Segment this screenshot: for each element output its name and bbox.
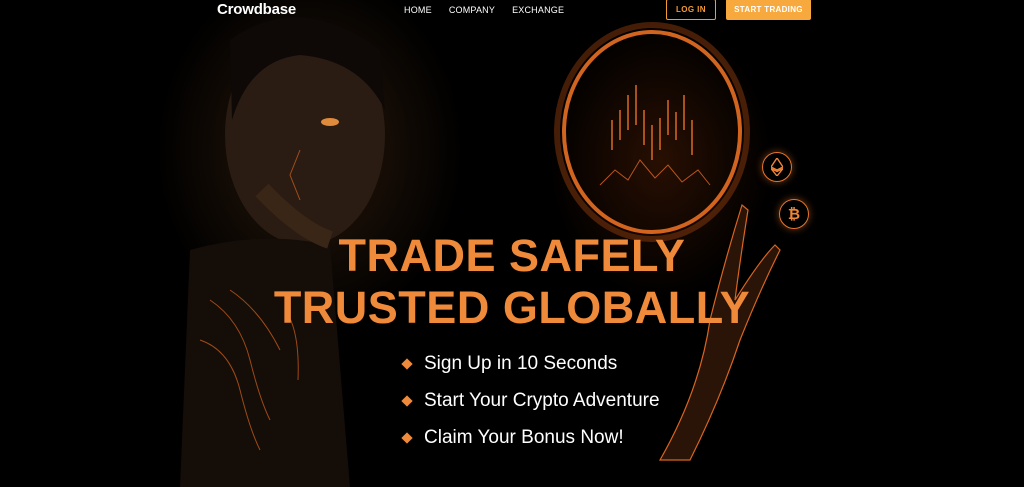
orb-line-chart [599, 159, 711, 186]
bitcoin-coin-badge: ₿ [779, 199, 809, 229]
nav-item-exchange[interactable]: EXCHANGE [512, 5, 564, 15]
list-item: Start Your Crypto Adventure [400, 382, 660, 419]
list-item-text: Claim Your Bonus Now! [424, 426, 624, 448]
top-nav: Crowdbase HOME COMPANY EXCHANGE LOG IN S… [0, 0, 1024, 26]
diamond-bullet-icon [401, 431, 413, 444]
ethereum-icon [771, 158, 783, 176]
orb-candles [611, 85, 693, 160]
list-item: Sign Up in 10 Seconds [400, 345, 660, 382]
bitcoin-icon: ₿ [787, 205, 801, 223]
headline-line-1: TRADE SAFELY [338, 230, 686, 281]
diamond-bullet-icon [401, 394, 413, 407]
list-item: Claim Your Bonus Now! [400, 419, 660, 456]
feature-list: Sign Up in 10 Seconds Start Your Crypto … [400, 345, 660, 456]
list-item-text: Start Your Crypto Adventure [424, 389, 660, 411]
nav-item-company[interactable]: COMPANY [449, 5, 495, 15]
diamond-bullet-icon [401, 357, 413, 370]
headline-line-2: TRUSTED GLOBALLY [273, 282, 751, 333]
brand-logo[interactable]: Crowdbase [217, 1, 296, 18]
main-menu: HOME COMPANY EXCHANGE [404, 5, 564, 15]
hero-headline: TRADE SAFELY TRUSTED GLOBALLY [0, 230, 1024, 334]
ethereum-coin-badge [762, 152, 792, 182]
start-trading-button[interactable]: START TRADING [726, 0, 811, 20]
list-item-text: Sign Up in 10 Seconds [424, 352, 618, 374]
nav-item-home[interactable]: HOME [404, 5, 432, 15]
login-button[interactable]: LOG IN [666, 0, 716, 20]
eye-glow [321, 118, 339, 126]
